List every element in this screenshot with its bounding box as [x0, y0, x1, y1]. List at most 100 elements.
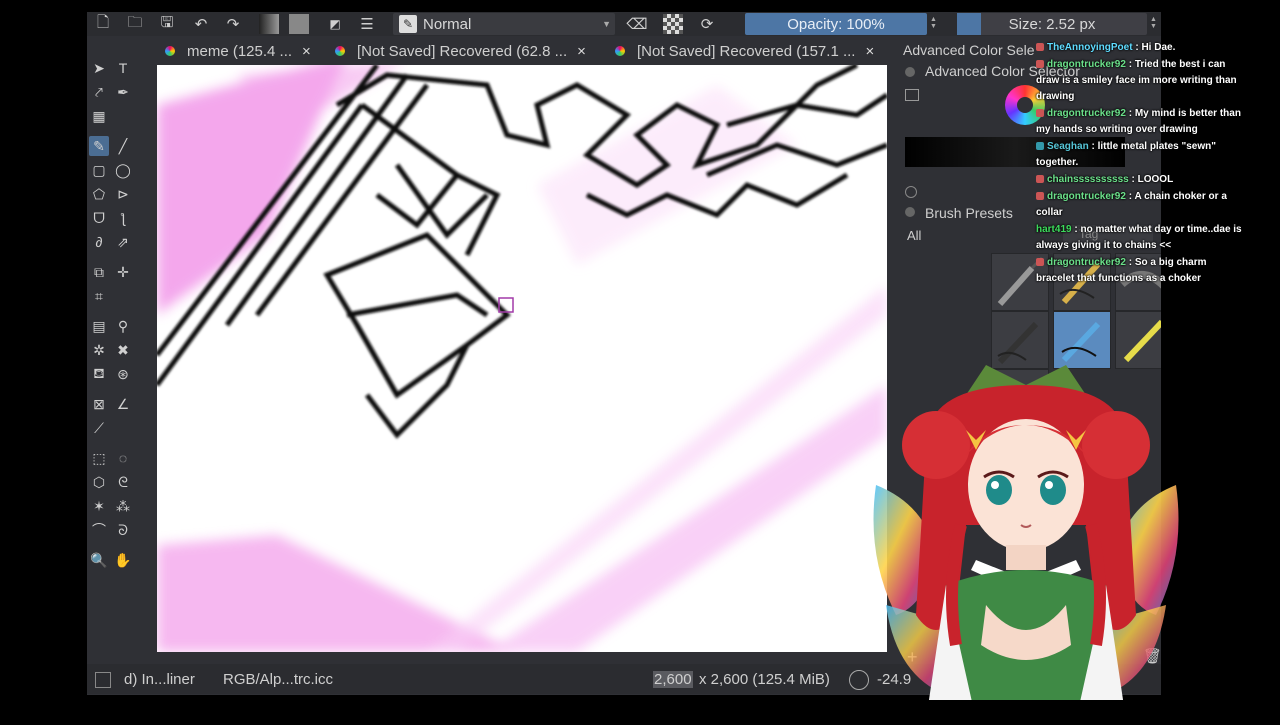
- color-settings-icon[interactable]: [905, 89, 919, 101]
- chat-badge-icon: [1036, 142, 1044, 150]
- docker-float-icon[interactable]: [905, 67, 915, 77]
- pattern-swatch-icon[interactable]: [289, 14, 309, 34]
- color-selector-tab[interactable]: Advanced Color Sele: [903, 42, 1035, 58]
- fg-bg-color-icon[interactable]: ◩: [325, 14, 345, 34]
- close-icon[interactable]: ×: [865, 43, 874, 60]
- chat-message: dragontrucker92 : Tried the best i can d…: [1036, 59, 1237, 102]
- enclose-fill-tool-icon[interactable]: ⊛: [113, 364, 133, 384]
- color-picker-tool-icon[interactable]: ⚲: [113, 316, 133, 336]
- close-icon[interactable]: ×: [577, 43, 586, 60]
- rectangle-tool-icon[interactable]: ▢: [89, 160, 109, 180]
- chat-username[interactable]: chainssssssssss: [1047, 174, 1129, 185]
- assistant-grid-tool-icon[interactable]: ⊠: [89, 394, 109, 414]
- pan-ruler-tool-icon[interactable]: ⟋: [89, 418, 109, 438]
- ellipse-tool-icon[interactable]: ◯: [113, 160, 133, 180]
- redo-icon[interactable]: ↷: [223, 14, 243, 34]
- tab-recovered-2[interactable]: [Not Saved] Recovered (157.1 ... ×: [615, 39, 874, 63]
- tab-meme[interactable]: meme (125.4 ... ×: [165, 39, 311, 63]
- edit-shapes-tool-icon[interactable]: ⤤: [89, 82, 109, 102]
- chat-username[interactable]: dragontrucker92: [1047, 108, 1126, 119]
- ellipse-select-tool-icon[interactable]: ◌: [113, 448, 133, 468]
- open-folder-icon[interactable]: 🗀: [125, 14, 145, 34]
- size-slider[interactable]: Size: 2.52 px: [957, 13, 1147, 35]
- save-icon[interactable]: 🖫: [157, 14, 177, 34]
- zoom-tool-icon[interactable]: 🔍: [89, 550, 109, 570]
- top-toolbar: 🗋 🗀 🖫 ↶ ↷ ◩ ☰ ✎ Normal ▼ ⌫ ⟳ Opacity: 10…: [87, 12, 1161, 36]
- chat-username[interactable]: TheAnnoyingPoet: [1047, 42, 1133, 53]
- polygon-tool-icon[interactable]: ⬠: [89, 184, 109, 204]
- chat-username[interactable]: dragontrucker92: [1047, 59, 1126, 70]
- assistant-tool-icon[interactable]: ✖: [113, 340, 133, 360]
- brush-preview-icon: ✎: [399, 15, 417, 33]
- chevron-down-icon: ▼: [602, 19, 611, 29]
- bezier-tool-icon[interactable]: ᗜ: [89, 208, 109, 228]
- blend-mode-select[interactable]: ✎ Normal ▼: [393, 13, 615, 35]
- select-shapes-tool-icon[interactable]: ➤: [89, 58, 109, 78]
- polygon-select-tool-icon[interactable]: ⬡: [89, 472, 109, 492]
- brush-filter-select[interactable]: All: [907, 228, 921, 243]
- calligraphy-tool-icon[interactable]: ✒: [113, 82, 133, 102]
- gradient-tool-icon[interactable]: ▤: [89, 316, 109, 336]
- docker-float-icon[interactable]: [905, 207, 915, 217]
- chat-badge-icon: [1036, 60, 1044, 68]
- similar-select-tool-icon[interactable]: ⁂: [113, 496, 133, 516]
- chat-badge-icon: [1036, 109, 1044, 117]
- chat-text: LOOOL: [1137, 174, 1174, 185]
- text-tool-icon[interactable]: T: [113, 58, 133, 78]
- brush-presets-title: Brush Presets: [925, 205, 1013, 221]
- smart-patch-tool-icon[interactable]: ✲: [89, 340, 109, 360]
- tab-recovered-1[interactable]: [Not Saved] Recovered (62.8 ... ×: [335, 39, 586, 63]
- undo-icon[interactable]: ↶: [191, 14, 211, 34]
- freehand-select-tool-icon[interactable]: ᘓ: [113, 472, 133, 492]
- chat-username[interactable]: hart419: [1036, 224, 1072, 235]
- magnetic-select-tool-icon[interactable]: ᘐ: [113, 520, 133, 540]
- opacity-slider[interactable]: Opacity: 100%: [745, 13, 927, 35]
- brush-settings-icon[interactable]: ☰: [357, 14, 377, 34]
- opacity-label: Opacity: 100%: [787, 15, 885, 33]
- chat-username[interactable]: dragontrucker92: [1047, 191, 1126, 202]
- reload-preset-icon[interactable]: ⟳: [697, 14, 717, 34]
- transform-tool-icon[interactable]: ⧉: [89, 262, 109, 282]
- drawing-canvas[interactable]: [157, 65, 887, 652]
- chat-text: Hi Dae.: [1141, 42, 1176, 53]
- fill-tool-icon[interactable]: ⛾: [89, 364, 109, 384]
- chat-username[interactable]: Seaghan: [1047, 141, 1089, 152]
- tab-label: meme (125.4 ...: [187, 42, 293, 60]
- dimensions-label: x 2,600 (125.4 MiB): [699, 671, 830, 688]
- freehand-path-tool-icon[interactable]: ƪ: [113, 208, 133, 228]
- krita-doc-icon: [615, 46, 625, 56]
- close-icon[interactable]: ×: [302, 43, 311, 60]
- current-brush-label: d) In...liner: [124, 671, 195, 688]
- preserve-alpha-icon[interactable]: [663, 14, 683, 34]
- color-profile-label: RGB/Alp...trc.icc: [223, 671, 334, 688]
- move-tool-icon[interactable]: ✛: [113, 262, 133, 282]
- crop-tool-icon[interactable]: ⌗: [89, 286, 109, 306]
- opacity-spin-arrows[interactable]: ▲ ▼: [930, 16, 937, 30]
- eraser-icon[interactable]: ⌫: [626, 14, 647, 34]
- rect-select-tool-icon[interactable]: ⬚: [89, 448, 109, 468]
- gradient-swatch-icon[interactable]: [259, 14, 279, 34]
- stream-chat: TheAnnoyingPoet : Hi Dae. dragontrucker92…: [1036, 40, 1246, 288]
- bezier-select-tool-icon[interactable]: ⌒: [89, 520, 109, 540]
- chat-message: dragontrucker92 : A chain choker or a co…: [1036, 191, 1227, 218]
- measure-tool-icon[interactable]: ∠: [113, 394, 133, 414]
- chat-badge-icon: [1036, 43, 1044, 51]
- docker-refresh-icon[interactable]: [905, 186, 917, 198]
- chat-message: Seaghan : little metal plates "sewn" tog…: [1036, 141, 1216, 168]
- reference-tool-icon[interactable]: ▦: [89, 106, 109, 126]
- chat-message: chainssssssssss : LOOOL: [1036, 172, 1246, 188]
- line-tool-icon[interactable]: ╱: [113, 136, 133, 156]
- pan-tool-icon[interactable]: ✋: [113, 550, 133, 570]
- dynamic-brush-tool-icon[interactable]: ∂: [89, 232, 109, 252]
- multibrush-tool-icon[interactable]: ⇗: [113, 232, 133, 252]
- chat-username[interactable]: dragontrucker92: [1047, 257, 1126, 268]
- polyline-tool-icon[interactable]: ⊳: [113, 184, 133, 204]
- avatar-illustration: [873, 365, 1179, 720]
- vtuber-avatar: [866, 355, 1186, 720]
- chat-badge-icon: [1036, 175, 1044, 183]
- size-spin-arrows[interactable]: ▲ ▼: [1150, 16, 1157, 30]
- krita-doc-icon: [335, 46, 345, 56]
- contiguous-select-tool-icon[interactable]: ✶: [89, 496, 109, 516]
- freehand-brush-tool-icon[interactable]: ✎: [89, 136, 109, 156]
- new-document-icon[interactable]: 🗋: [93, 14, 113, 34]
